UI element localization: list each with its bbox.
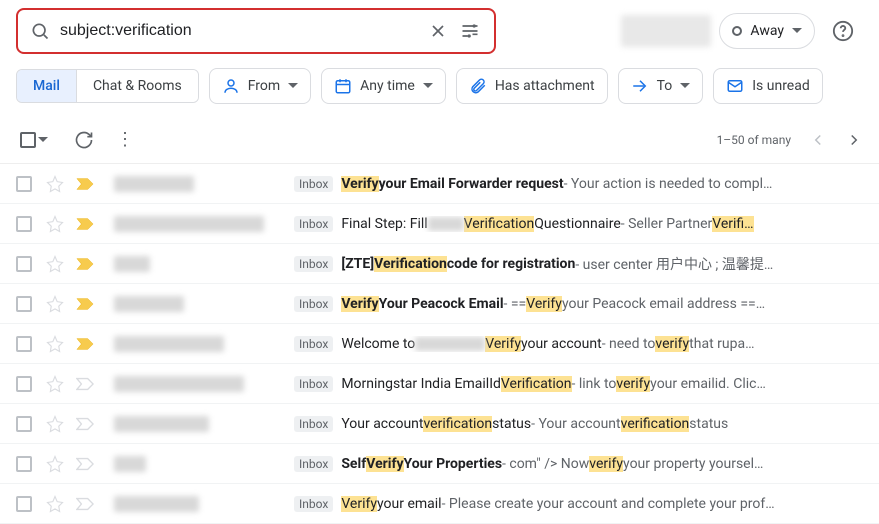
row-checkbox[interactable]	[16, 416, 32, 432]
row-checkbox[interactable]	[16, 496, 32, 512]
inbox-label: Inbox	[294, 176, 333, 192]
email-row[interactable]: InboxVerify your email - Please create y…	[0, 484, 879, 524]
chip-to[interactable]: To	[618, 68, 704, 104]
more-button[interactable]: ⋮	[116, 129, 134, 150]
sender	[114, 376, 294, 392]
important-icon[interactable]	[76, 337, 94, 351]
email-content: InboxMorningstar India EmailId Verificat…	[294, 376, 863, 392]
inbox-label: Inbox	[294, 496, 333, 512]
email-list: InboxVerify your Email Forwarder request…	[0, 164, 879, 524]
search-box[interactable]	[16, 8, 496, 54]
email-row[interactable]: InboxYour account verification status - …	[0, 404, 879, 444]
email-row[interactable]: InboxVerify Your Peacock Email - == Veri…	[0, 284, 879, 324]
inbox-label: Inbox	[294, 216, 333, 232]
chip-from[interactable]: From	[209, 68, 311, 104]
email-content: InboxSelf Verify Your Properties - com" …	[294, 456, 863, 472]
email-content: InboxVerify your Email Forwarder request…	[294, 176, 863, 192]
email-row[interactable]: Inbox[ZTE]Verification code for registra…	[0, 244, 879, 284]
segment-mail[interactable]: Mail	[17, 70, 76, 102]
important-icon[interactable]	[76, 457, 94, 471]
status-selector[interactable]: Away	[719, 13, 815, 49]
row-checkbox[interactable]	[16, 216, 32, 232]
email-row[interactable]: InboxWelcome to Verify your account - ne…	[0, 324, 879, 364]
caret-down-icon	[792, 26, 802, 36]
sender	[114, 496, 294, 512]
star-icon[interactable]	[46, 295, 64, 313]
chip-from-label: From	[248, 78, 280, 94]
chip-anytime-label: Any time	[360, 78, 415, 94]
email-content: InboxWelcome to Verify your account - ne…	[294, 336, 863, 352]
email-row[interactable]: InboxSelf Verify Your Properties - com" …	[0, 444, 879, 484]
caret-down-icon	[38, 135, 48, 145]
star-icon[interactable]	[46, 495, 64, 513]
caret-down-icon	[680, 81, 690, 91]
status-label: Away	[750, 23, 784, 39]
sender	[114, 176, 294, 192]
sender	[114, 256, 294, 272]
row-checkbox[interactable]	[16, 456, 32, 472]
sender	[114, 336, 294, 352]
inbox-label: Inbox	[294, 336, 333, 352]
row-checkbox[interactable]	[16, 176, 32, 192]
caret-down-icon	[423, 81, 433, 91]
caret-down-icon	[288, 81, 298, 91]
important-icon[interactable]	[76, 257, 94, 271]
search-input[interactable]	[60, 22, 422, 40]
inbox-label: Inbox	[294, 456, 333, 472]
view-segment: Mail Chat & Rooms	[16, 69, 199, 103]
star-icon[interactable]	[46, 335, 64, 353]
sender	[114, 416, 294, 432]
star-icon[interactable]	[46, 415, 64, 433]
chip-unread-label: Is unread	[752, 78, 810, 94]
status-dot-icon	[732, 26, 742, 36]
search-options-icon[interactable]	[454, 15, 486, 47]
email-content: Inbox[ZTE]Verification code for registra…	[294, 254, 863, 274]
account-info	[621, 15, 711, 47]
star-icon[interactable]	[46, 455, 64, 473]
chip-attachment[interactable]: Has attachment	[456, 68, 608, 104]
help-button[interactable]	[823, 11, 863, 51]
row-checkbox[interactable]	[16, 296, 32, 312]
important-icon[interactable]	[76, 297, 94, 311]
important-icon[interactable]	[76, 377, 94, 391]
star-icon[interactable]	[46, 175, 64, 193]
clear-search-icon[interactable]	[422, 15, 454, 47]
row-checkbox[interactable]	[16, 336, 32, 352]
sender	[114, 216, 294, 232]
row-checkbox[interactable]	[16, 256, 32, 272]
inbox-label: Inbox	[294, 376, 333, 392]
page-range: 1–50 of many	[717, 133, 791, 147]
important-icon[interactable]	[76, 417, 94, 431]
inbox-label: Inbox	[294, 416, 333, 432]
segment-chat[interactable]: Chat & Rooms	[76, 70, 198, 102]
next-page-button[interactable]	[845, 131, 863, 149]
chip-unread[interactable]: Is unread	[713, 68, 823, 104]
email-content: InboxVerify your email - Please create y…	[294, 496, 863, 512]
star-icon[interactable]	[46, 375, 64, 393]
star-icon[interactable]	[46, 215, 64, 233]
row-checkbox[interactable]	[16, 376, 32, 392]
inbox-label: Inbox	[294, 256, 333, 272]
email-row[interactable]: InboxMorningstar India EmailId Verificat…	[0, 364, 879, 404]
important-icon[interactable]	[76, 217, 94, 231]
important-icon[interactable]	[76, 177, 94, 191]
search-icon	[30, 21, 50, 41]
chip-attachment-label: Has attachment	[495, 78, 595, 94]
email-content: InboxYour account verification status - …	[294, 416, 863, 432]
email-content: InboxFinal Step: Fill Verification Quest…	[294, 216, 863, 232]
chip-anytime[interactable]: Any time	[321, 68, 446, 104]
important-icon[interactable]	[76, 497, 94, 511]
sender	[114, 296, 294, 312]
sender	[114, 456, 294, 472]
email-row[interactable]: InboxFinal Step: Fill Verification Quest…	[0, 204, 879, 244]
email-row[interactable]: InboxVerify your Email Forwarder request…	[0, 164, 879, 204]
chip-to-label: To	[657, 78, 673, 94]
select-all-button[interactable]	[16, 128, 52, 152]
star-icon[interactable]	[46, 255, 64, 273]
refresh-button[interactable]	[74, 130, 94, 150]
prev-page-button[interactable]	[809, 131, 827, 149]
inbox-label: Inbox	[294, 296, 333, 312]
email-content: InboxVerify Your Peacock Email - == Veri…	[294, 296, 863, 312]
